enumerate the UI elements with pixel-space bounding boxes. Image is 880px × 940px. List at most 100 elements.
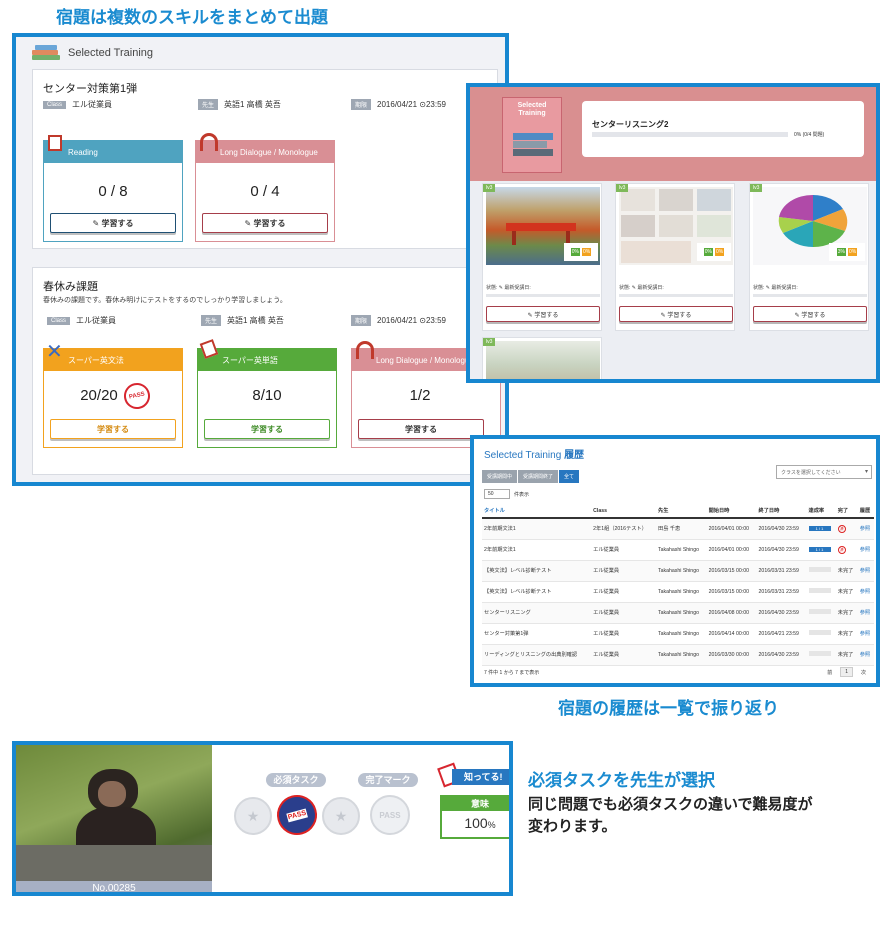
panel-title: Selected Training bbox=[68, 47, 153, 59]
star-badge-right[interactable]: ★ bbox=[322, 797, 360, 835]
column-header[interactable]: 完了 bbox=[835, 504, 858, 519]
table-cell bbox=[806, 644, 836, 666]
lesson-tile[interactable]: 0% 0% lv3 状態: ✎ 最新受講日: ✎ 学習する bbox=[615, 183, 735, 331]
column-header[interactable]: 開始日時 bbox=[706, 504, 757, 519]
badge: 3% bbox=[836, 248, 846, 256]
per-page-select[interactable]: 50 bbox=[484, 489, 510, 499]
assignment-title: センター対策第1弾 bbox=[43, 83, 138, 95]
table-cell[interactable]: 参照 bbox=[857, 560, 874, 582]
history-title: Selected Training 履歴 bbox=[484, 446, 584, 461]
due-value: 2016/04/21 ⊙23:59 bbox=[377, 316, 446, 325]
table-cell: エル従業員 bbox=[591, 539, 657, 561]
table-cell bbox=[806, 581, 836, 603]
know-label: 知ってる! bbox=[452, 769, 509, 785]
teacher-meta: 先生 英語1 高橋 英吾 bbox=[198, 99, 281, 110]
table-cell[interactable]: 参照 bbox=[857, 581, 874, 603]
badge: 0% bbox=[703, 248, 713, 256]
table-cell bbox=[806, 623, 836, 645]
selected-training-panel: Selected Training センター対策第1弾 Class エル従業員 先… bbox=[12, 33, 509, 486]
tab-ended[interactable]: 受講期間終了 bbox=[518, 470, 559, 483]
lesson-image: 3% 0% bbox=[753, 187, 867, 265]
caption-top: 宿題は複数のスキルをまとめて出題 bbox=[56, 8, 328, 27]
table-row: センターリスニング エル従業員 Takahashi Shingo 2016/04/08… bbox=[482, 602, 874, 624]
caption-required-desc: 同じ問題でも必須タスクの違いで難易度が 変わります。 bbox=[528, 794, 813, 838]
study-button[interactable]: ✎ 学習する bbox=[753, 306, 867, 322]
course-detail-panel: Selected Training センターリスニング2 0% (0/4 問題)… bbox=[466, 83, 880, 383]
table-cell: センター対策第1弾 bbox=[482, 623, 592, 645]
course-progress-card: センターリスニング2 0% (0/4 問題) bbox=[582, 101, 864, 157]
tab-all[interactable]: 全て bbox=[559, 470, 580, 483]
column-header[interactable]: 達成率 bbox=[806, 504, 836, 519]
due-meta: 期限 2016/04/21 ⊙23:59 bbox=[351, 315, 446, 326]
table-cell: 2016/04/08 00:00 bbox=[706, 602, 757, 624]
course-header: Selected Training センターリスニング2 0% (0/4 問題) bbox=[470, 87, 876, 181]
headphones-icon bbox=[200, 133, 218, 151]
column-header[interactable]: 履歴 bbox=[857, 504, 874, 519]
score-badges: 0% 0% bbox=[564, 243, 598, 261]
done-mark-badge: PASS bbox=[370, 795, 410, 835]
meaning-value: 100 bbox=[464, 815, 488, 831]
level-badge: lv3 bbox=[750, 184, 763, 192]
lesson-tile[interactable]: 0% 0% lv3 状態: ✎ 最新受講日: ✎ 学習する bbox=[482, 183, 602, 331]
lesson-image: 0% 0% bbox=[486, 187, 600, 265]
course-title: センターリスニング2 bbox=[592, 120, 669, 129]
pass-badge-selected[interactable]: PASS bbox=[272, 790, 322, 840]
table-row: 2年前期文法1 エル従業員 Takahashi Shingo 2016/04/01 0… bbox=[482, 539, 874, 561]
table-row: センター対策第1弾 エル従業員 Takahashi Shingo 2016/04/14… bbox=[482, 623, 874, 645]
books-icon bbox=[513, 132, 553, 166]
page-1[interactable]: 1 bbox=[840, 667, 853, 677]
table-cell: 2016/03/31 23:59 bbox=[756, 581, 807, 603]
pass-text: PASS bbox=[379, 810, 401, 820]
column-header[interactable]: Class bbox=[591, 504, 657, 519]
completed-seal-icon: 済 bbox=[837, 524, 846, 533]
table-cell: 2016/04/01 00:00 bbox=[706, 518, 757, 540]
study-button[interactable]: ✎ 学習する bbox=[202, 213, 328, 233]
assignment-card: 春休み課題 春休みの課題です。春休み明けにテストをするのでしっかり学習しましょう… bbox=[32, 267, 501, 475]
study-button[interactable]: 学習する bbox=[50, 419, 176, 439]
skill-card-vocab: スーパー英単語 8/10 学習する bbox=[197, 339, 337, 448]
progress-bar bbox=[808, 651, 831, 656]
column-header[interactable]: 先生 bbox=[656, 504, 707, 519]
study-button[interactable]: 学習する bbox=[204, 419, 330, 439]
per-page-label: 件表示 bbox=[514, 491, 530, 498]
prev-page[interactable]: 前 bbox=[827, 669, 832, 676]
table-cell: 【英文法】レベル診断テスト bbox=[482, 581, 592, 603]
table-cell: エル従業員 bbox=[591, 581, 657, 603]
column-header[interactable]: 終了日時 bbox=[756, 504, 807, 519]
assignment-desc: 春休みの課題です。春休み明けにテストをするのでしっかり学習しましょう。 bbox=[43, 297, 287, 304]
table-cell bbox=[806, 560, 836, 582]
score-badges: 3% 0% bbox=[829, 243, 865, 261]
table-row: リーディングとリスニングの出典別確認 エル従業員 Takahashi Shingo 2… bbox=[482, 644, 874, 666]
progress-bar: 1 / 1 bbox=[808, 525, 831, 531]
study-button[interactable]: ✎ 学習する bbox=[619, 306, 733, 322]
lesson-tile[interactable]: 3% 0% lv3 状態: ✎ 最新受講日: ✎ 学習する bbox=[749, 183, 869, 331]
next-page[interactable]: 次 bbox=[861, 669, 866, 676]
table-cell: Takahashi Shingo bbox=[656, 581, 707, 603]
table-cell: エル従業員 bbox=[591, 560, 657, 582]
tab-in-progress[interactable]: 受講期間中 bbox=[482, 470, 518, 483]
study-button[interactable]: ✎ 学習する bbox=[486, 306, 600, 322]
score-badges: 0% 0% bbox=[697, 243, 731, 261]
study-button[interactable]: 学習する bbox=[358, 419, 484, 439]
progress-bar bbox=[592, 132, 788, 137]
table-cell[interactable]: 参照 bbox=[857, 644, 874, 666]
study-button[interactable]: ✎ 学習する bbox=[50, 213, 176, 233]
table-cell: 未完了 bbox=[835, 581, 858, 603]
column-header[interactable]: タイトル bbox=[482, 504, 592, 519]
tile-progress bbox=[753, 294, 867, 297]
pagination: 前 1 次 bbox=[827, 667, 866, 677]
table-cell: 1 / 1 bbox=[806, 539, 836, 561]
table-cell[interactable]: 参照 bbox=[857, 602, 874, 624]
star-badge-left[interactable]: ★ bbox=[234, 797, 272, 835]
table-cell[interactable]: 参照 bbox=[857, 623, 874, 645]
class-select[interactable]: クラスを選択してください ▾ bbox=[776, 465, 872, 479]
table-cell[interactable]: 参照 bbox=[857, 518, 874, 540]
flag-icon bbox=[199, 339, 219, 359]
tile-status: 状態: ✎ 最新受講日: bbox=[619, 285, 664, 291]
table-cell[interactable]: 参照 bbox=[857, 539, 874, 561]
chimp-photo bbox=[16, 745, 212, 892]
lesson-tile[interactable]: lv3 bbox=[482, 337, 602, 379]
skill-card-long-dialogue: Long Dialogue / Monologue 0 / 4 ✎ 学習する bbox=[195, 133, 335, 242]
progress-bar bbox=[808, 609, 831, 614]
table-cell bbox=[806, 602, 836, 624]
